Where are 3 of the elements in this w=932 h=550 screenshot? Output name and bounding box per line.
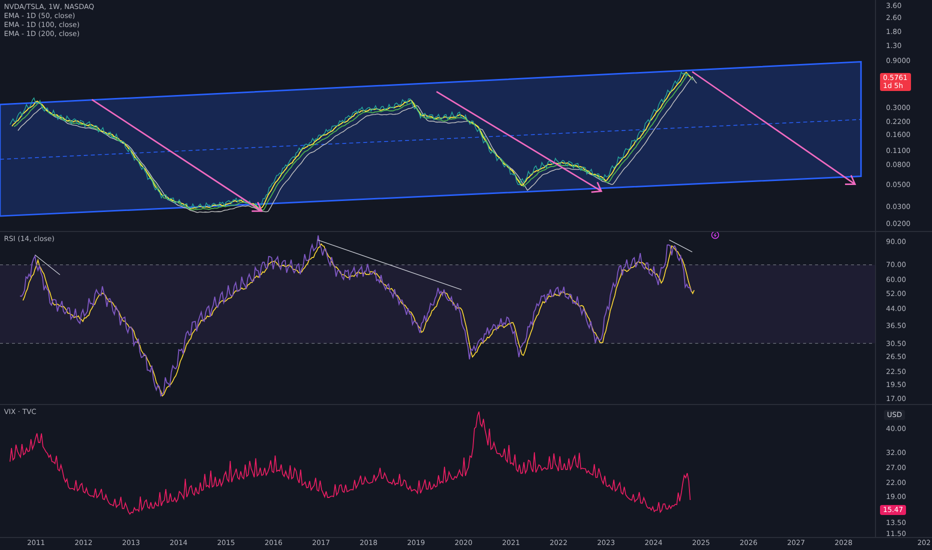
bolt-icon[interactable] xyxy=(711,232,720,239)
trend-line xyxy=(668,240,693,252)
trend-line xyxy=(34,254,60,276)
